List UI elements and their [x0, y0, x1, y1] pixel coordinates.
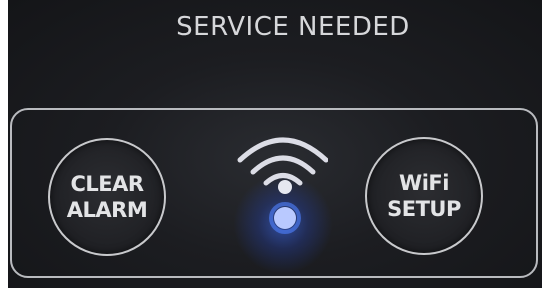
wifi-arc-middle [250, 155, 316, 175]
wifi-setup-line1: WiFi [399, 171, 449, 195]
wifi-icon [237, 137, 328, 234]
wifi-status-indicator [218, 122, 333, 274]
wifi-setup-button[interactable]: WiFi SETUP [365, 137, 483, 255]
control-panel: SERVICE NEEDED CLEAR ALARM WiFi SETUP [8, 0, 542, 288]
wifi-setup-line2: SETUP [387, 197, 461, 221]
clear-alarm-line1: CLEAR [70, 172, 144, 196]
clear-alarm-button[interactable]: CLEAR ALARM [48, 138, 166, 256]
clear-alarm-line2: ALARM [66, 198, 148, 222]
status-led [274, 207, 296, 229]
wifi-dot [278, 180, 292, 194]
service-needed-label: SERVICE NEEDED [176, 12, 410, 42]
